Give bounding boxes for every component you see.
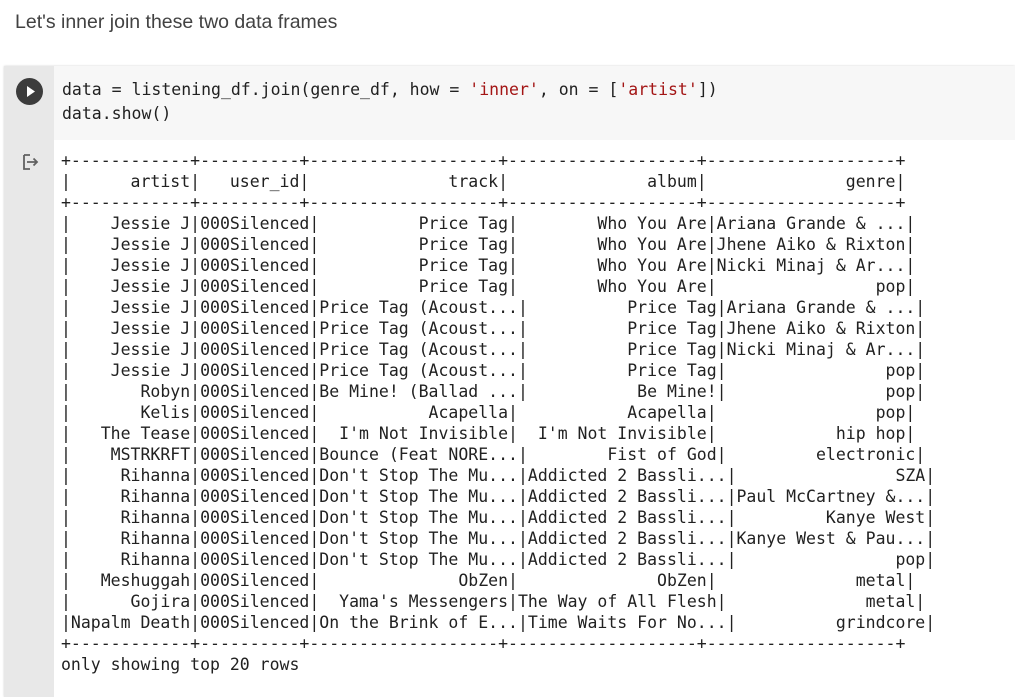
code-cell[interactable]: data = listening_df.join(genre_df, how =… xyxy=(4,66,1015,697)
table-row: | Rihanna|000Silenced|Don't Stop The Mu.… xyxy=(61,466,936,485)
code-text[interactable]: data = listening_df.join(genre_df, how =… xyxy=(62,78,718,126)
output-footer: only showing top 20 rows xyxy=(61,655,300,674)
table-row: | Gojira|000Silenced| Yama's Messengers|… xyxy=(61,592,926,611)
output-redirect-icon[interactable] xyxy=(21,152,41,172)
code-line: data = listening_df.join(genre_df, how =… xyxy=(62,80,718,99)
table-row: | Jessie J|000Silenced| Price Tag| Who Y… xyxy=(61,277,916,296)
table-row: | Jessie J|000Silenced| Price Tag| Who Y… xyxy=(61,214,916,233)
dataframe-output: +------------+----------+---------------… xyxy=(61,150,935,675)
code-token: ]) xyxy=(697,80,718,99)
cell-gutter xyxy=(4,66,54,697)
table-row: | Jessie J|000Silenced|Price Tag (Acoust… xyxy=(61,298,926,317)
code-editor[interactable]: data = listening_df.join(genre_df, how =… xyxy=(54,66,1015,140)
table-border: +------------+----------+---------------… xyxy=(61,634,906,653)
table-row: | Kelis|000Silenced| Acapella| Acapella|… xyxy=(61,403,916,422)
table-row: | Rihanna|000Silenced|Don't Stop The Mu.… xyxy=(61,508,936,527)
markdown-cell[interactable]: Let's inner join these two data frames xyxy=(0,0,1015,66)
table-row: | Jessie J|000Silenced| Price Tag| Who Y… xyxy=(61,256,916,275)
table-row: |Napalm Death|000Silenced|On the Brink o… xyxy=(61,613,936,632)
code-string: 'artist' xyxy=(618,80,698,99)
table-header: | artist| user_id| track| album| genre| xyxy=(61,172,906,191)
code-line: data.show() xyxy=(62,104,171,123)
table-row: | Jessie J|000Silenced|Price Tag (Acoust… xyxy=(61,361,926,380)
code-token: data = listening_df.join(genre_df, how = xyxy=(62,80,470,99)
code-token: data.show() xyxy=(62,104,172,123)
table-row: | Meshuggah|000Silenced| ObZen| ObZen| m… xyxy=(61,571,916,590)
table-row: | Rihanna|000Silenced|Don't Stop The Mu.… xyxy=(61,550,936,569)
markdown-text: Let's inner join these two data frames xyxy=(15,11,338,33)
table-row: | Rihanna|000Silenced|Don't Stop The Mu.… xyxy=(61,529,936,548)
table-row: | Jessie J|000Silenced| Price Tag| Who Y… xyxy=(61,235,916,254)
table-row: | Robyn|000Silenced|Be Mine! (Ballad ...… xyxy=(61,382,926,401)
run-cell-button[interactable] xyxy=(16,78,43,105)
play-icon xyxy=(27,86,35,97)
table-row: | Jessie J|000Silenced|Price Tag (Acoust… xyxy=(61,340,926,359)
table-border: +------------+----------+---------------… xyxy=(61,151,906,170)
table-row: | The Tease|000Silenced| I'm Not Invisib… xyxy=(61,424,916,443)
table-row: | MSTRKRFT|000Silenced|Bounce (Feat NORE… xyxy=(61,445,926,464)
table-row: | Jessie J|000Silenced|Price Tag (Acoust… xyxy=(61,319,926,338)
table-border: +------------+----------+---------------… xyxy=(61,193,906,212)
code-string: 'inner' xyxy=(469,80,539,99)
code-token: , on = [ xyxy=(538,80,619,99)
table-row: | Rihanna|000Silenced|Don't Stop The Mu.… xyxy=(61,487,936,506)
